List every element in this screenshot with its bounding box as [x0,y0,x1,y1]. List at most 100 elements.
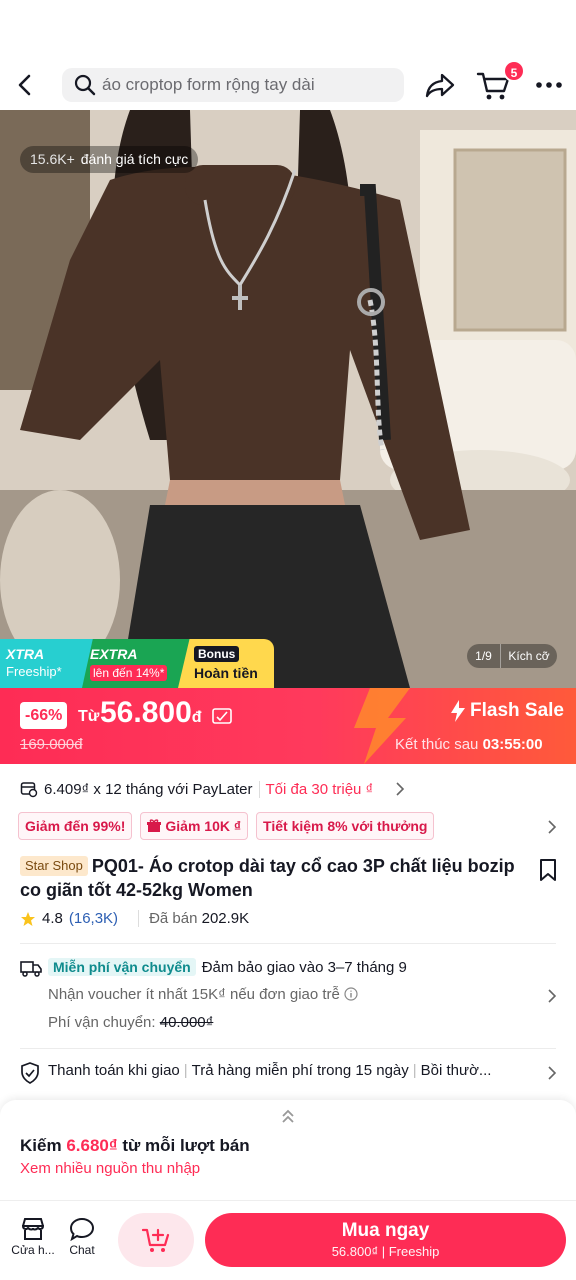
gift-icon [147,819,162,832]
more-income-link[interactable]: Xem nhiều nguồn thu nhập [20,1160,200,1177]
sold-label: Đã bán [149,910,198,927]
back-arrow-icon[interactable] [10,70,40,100]
shipping-fee: Phí vận chuyển: 40.000₫ [48,1014,213,1031]
review-label: đánh giá tích cực [80,151,189,167]
rating-row[interactable]: 4.8 (16,3K) Đã bán 202.9K [20,910,249,927]
buy-now-price: 56.800₫ [331,1244,379,1259]
shield-check-icon [21,1062,39,1084]
chat-icon [69,1217,95,1241]
cart-count-badge: 5 [503,60,525,82]
free-shipping-tag: Miễn phí vận chuyển [48,958,196,976]
paylater-row[interactable]: 6.409₫ x 12 tháng với PayLater Tối đa 30… [20,776,565,802]
late-voucher-label: Nhận voucher ít nhất 15K₫ nếu đơn giao t… [48,986,340,1003]
chevron-right-icon[interactable] [546,1066,558,1080]
search-icon [74,74,96,96]
info-icon[interactable] [344,987,358,1001]
sale-price-currency: đ [191,709,202,726]
price-from-label: Từ [78,708,100,725]
add-to-cart-button[interactable] [118,1213,194,1267]
flash-sale-text: Flash Sale [470,700,564,721]
affiliate-earn-panel[interactable]: Kiếm 6.680₫ từ mỗi lượt bán Xem nhiều ng… [0,1100,576,1200]
discount-badge: -66% [20,702,68,729]
buy-now-shipping: Freeship [388,1244,440,1259]
promo-chip-label: Giảm 10K ₫ [165,818,242,834]
paylater-icon [20,782,38,798]
buy-now-button[interactable]: Mua ngay 56.800₫ | Freeship [205,1213,566,1267]
chat-label: Chat [69,1243,95,1257]
truck-icon [20,961,42,977]
store-icon [21,1218,45,1240]
double-chevron-up-icon[interactable] [278,1106,298,1126]
product-title: Star Shop PQ01- Áo crotop dài tay cổ cao … [20,854,532,902]
shop-label: Cửa h... [11,1243,55,1257]
late-voucher-text: Nhận voucher ít nhất 15K₫ nếu đơn giao t… [48,986,358,1003]
rating-count: (16,3K) [68,910,119,927]
shipping-fee-label: Phí vận chuyển: [48,1014,156,1031]
chevron-right-icon [396,782,405,796]
search-input[interactable]: áo croptop form rộng tay dài [62,68,404,102]
promo-badge-strip: XTRA Freeship* EXTRA lên đến 14%* Bonus … [0,639,300,688]
sold-value: 202.9K [201,910,250,927]
more-options-icon[interactable] [533,72,565,98]
countdown-label: Kết thúc sau [395,736,479,753]
sale-price-value: 56.800 [100,696,192,729]
divider [20,1048,556,1049]
guarantee-item: Trả hàng miễn phí trong 15 ngày [191,1062,409,1079]
promo-chips: Giảm đến 99%! Giảm 10K ₫ Tiết kiệm 8% vớ… [18,812,435,840]
earn-amount-text: Kiếm 6.680₫ từ mỗi lượt bán [20,1136,250,1156]
bonus-cashback-badge: Bonus Hoàn tiền [178,639,274,688]
bottom-action-bar: Cửa h... Chat Mua ngay 56.800₫ | Freeshi… [0,1200,576,1280]
countdown-time: 03:55:00 [482,736,543,753]
positive-review-pill[interactable]: 15.6K+ đánh giá tích cực [20,146,199,173]
product-photo [0,110,576,688]
image-counter-pill[interactable]: 1/9 Kích cỡ [467,644,557,668]
share-icon[interactable] [424,70,456,100]
chevron-right-icon[interactable] [546,989,558,1003]
product-image-carousel[interactable]: 15.6K+ đánh giá tích cực 1/9 Kích cỡ [0,110,576,688]
buy-now-label: Mua ngay [341,1220,430,1241]
product-title-text: PQ01- Áo crotop dài tay cổ cao 3P chất l… [20,856,515,900]
xtra-title: XTRA [6,646,45,662]
promo-chip[interactable]: Tiết kiệm 8% với thưởng [256,812,435,840]
delivery-guarantee: Đảm bảo giao vào 3–7 tháng 9 [201,958,407,976]
buyer-guarantees-row[interactable]: Thanh toán khi giao | Trả hàng miễn phí tr… [48,1062,528,1079]
image-index: 1/9 [467,644,501,668]
buy-now-subtitle: 56.800₫ | Freeship [331,1244,440,1259]
earn-suffix: từ mỗi lượt bán [122,1136,250,1155]
paylater-cap: Tối đa 30 triệu ₫ [258,780,373,798]
bonus-title: Bonus [194,646,240,662]
add-to-cart-icon [142,1228,170,1252]
review-count: 15.6K+ [30,151,75,167]
shop-button[interactable]: Cửa h... [8,1217,58,1257]
shipping-row[interactable]: Miễn phí vận chuyển Đảm bảo giao vào 3–7… [48,958,407,976]
flash-sale-price-banner: -66% Từ 56.800đ 169.000đ Flash Sale Kết … [0,688,576,764]
guarantee-item: Thanh toán khi giao [48,1062,180,1079]
extra-discount-badge: EXTRA lên đến 14%* [82,639,190,688]
lightning-icon [451,700,465,722]
star-icon [21,911,35,926]
earn-prefix: Kiếm [20,1136,62,1155]
bookmark-icon[interactable] [538,858,558,882]
rating-value: 4.8 [42,910,63,927]
bonus-subtitle: Hoàn tiền [194,665,258,681]
guarantee-item: Bồi thườ... [420,1062,492,1079]
sold-count: Đã bán 202.9K [138,910,249,927]
promo-chip[interactable]: Giảm 10K ₫ [140,812,249,840]
shop-tag[interactable]: Star Shop [20,856,88,876]
promo-chip[interactable]: Giảm đến 99%! [18,812,133,840]
earn-amount: 6.680₫ [66,1136,118,1155]
size-link[interactable]: Kích cỡ [501,644,557,668]
original-price: 169.000đ [20,736,83,753]
extra-subtitle: lên đến 14%* [90,665,168,681]
paylater-text: 6.409₫ x 12 tháng với PayLater [44,780,253,798]
extra-title: EXTRA [90,646,138,662]
flash-sale-label: Flash Sale [450,700,564,722]
sale-countdown: Kết thúc sau 03:55:00 [395,736,543,753]
search-placeholder: áo croptop form rộng tay dài [102,75,315,94]
top-bar: áo croptop form rộng tay dài 5 [0,60,576,110]
sale-price: 56.800đ [100,696,202,730]
divider [20,943,556,944]
chat-button[interactable]: Chat [57,1217,107,1257]
chevron-right-icon[interactable] [546,820,558,834]
shipping-fee-value: 40.000₫ [159,1014,214,1031]
